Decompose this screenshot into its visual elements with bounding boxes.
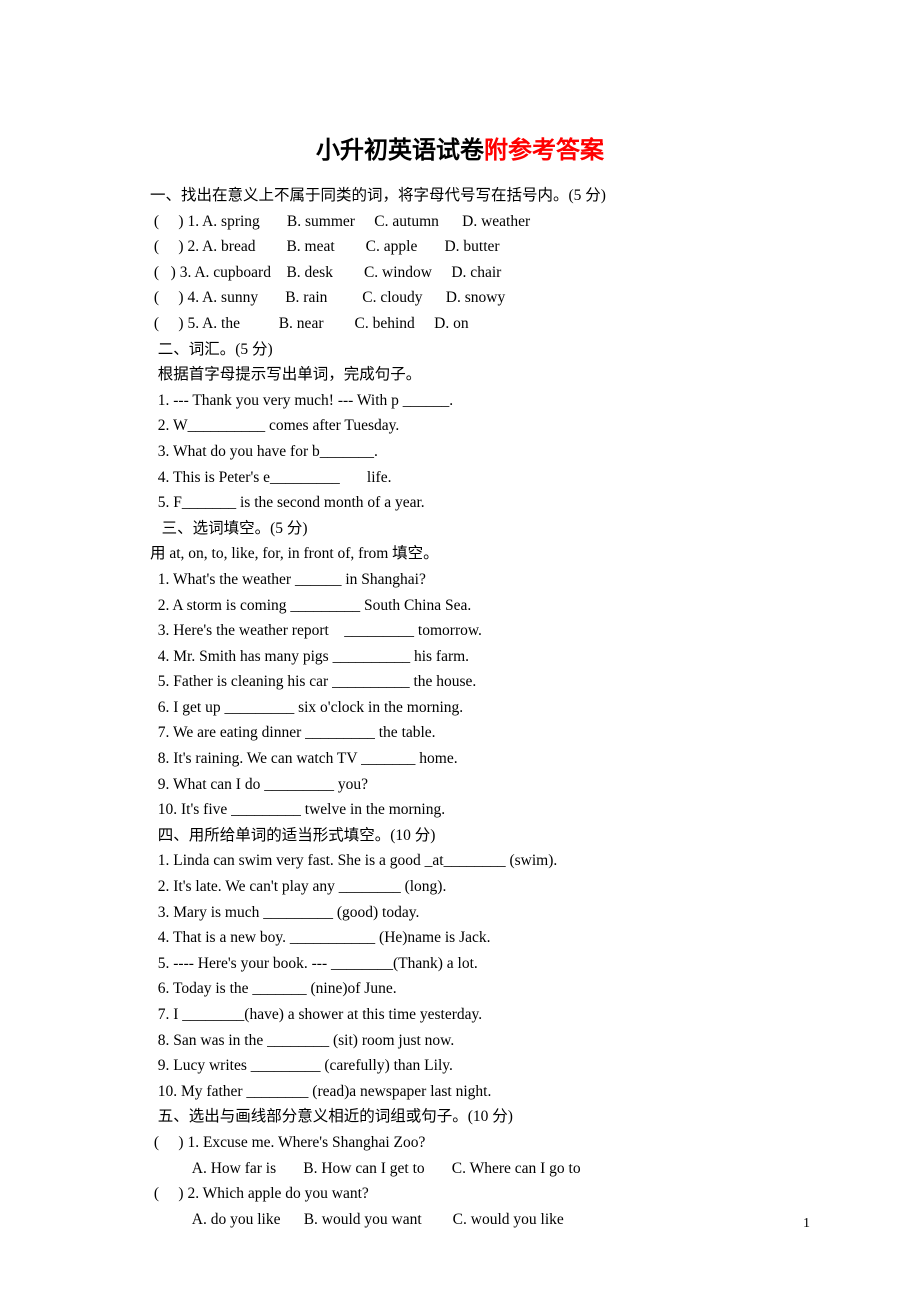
q5-1-options: A. How far is B. How can I get to C. Whe… (150, 1156, 770, 1182)
title-main: 小升初英语试卷 (316, 138, 484, 164)
q3-5: 5. Father is cleaning his car __________… (150, 669, 770, 695)
section-3-heading: 三、选词填空。(5 分) (150, 516, 770, 542)
q2-1: 1. --- Thank you very much! --- With p _… (150, 388, 770, 414)
q2-5: 5. F_______ is the second month of a yea… (150, 490, 770, 516)
q4-9: 9. Lucy writes _________ (carefully) tha… (150, 1053, 770, 1079)
q1-5: ( ) 5. A. the B. near C. behind D. on (150, 311, 770, 337)
q4-4: 4. That is a new boy. ___________ (He)na… (150, 925, 770, 951)
q2-2: 2. W__________ comes after Tuesday. (150, 413, 770, 439)
q2-4: 4. This is Peter's e_________ life. (150, 465, 770, 491)
q4-3: 3. Mary is much _________ (good) today. (150, 900, 770, 926)
section-5-heading: 五、选出与画线部分意义相近的词组或句子。(10 分) (150, 1104, 770, 1130)
q3-1: 1. What's the weather ______ in Shanghai… (150, 567, 770, 593)
q3-8: 8. It's raining. We can watch TV _______… (150, 746, 770, 772)
q4-6: 6. Today is the _______ (nine)of June. (150, 976, 770, 1002)
q4-5: 5. ---- Here's your book. --- ________(T… (150, 951, 770, 977)
q4-1: 1. Linda can swim very fast. She is a go… (150, 848, 770, 874)
q4-8: 8. San was in the ________ (sit) room ju… (150, 1028, 770, 1054)
q4-7: 7. I ________(have) a shower at this tim… (150, 1002, 770, 1028)
q3-3: 3. Here's the weather report _________ t… (150, 618, 770, 644)
page-number: 1 (803, 1216, 810, 1232)
q2-3: 3. What do you have for b_______. (150, 439, 770, 465)
q1-3: ( ) 3. A. cupboard B. desk C. window D. … (150, 260, 770, 286)
q3-2: 2. A storm is coming _________ South Chi… (150, 593, 770, 619)
q3-6: 6. I get up _________ six o'clock in the… (150, 695, 770, 721)
q5-1: ( ) 1. Excuse me. Where's Shanghai Zoo? (150, 1130, 770, 1156)
section-4-heading: 四、用所给单词的适当形式填空。(10 分) (150, 823, 770, 849)
document-title: 小升初英语试卷附参考答案 (150, 130, 770, 165)
q5-2-options: A. do you like B. would you want C. woul… (150, 1207, 770, 1233)
section-3-instruction: 用 at, on, to, like, for, in front of, fr… (150, 541, 770, 567)
section-1-heading: 一、找出在意义上不属于同类的词，将字母代号写在括号内。(5 分) (150, 183, 770, 209)
q3-4: 4. Mr. Smith has many pigs __________ hi… (150, 644, 770, 670)
section-2-instruction: 根据首字母提示写出单词，完成句子。 (150, 362, 770, 388)
q3-7: 7. We are eating dinner _________ the ta… (150, 720, 770, 746)
title-answer-key: 附参考答案 (484, 138, 604, 164)
q5-2: ( ) 2. Which apple do you want? (150, 1181, 770, 1207)
q3-10: 10. It's five _________ twelve in the mo… (150, 797, 770, 823)
q1-2: ( ) 2. A. bread B. meat C. apple D. butt… (150, 234, 770, 260)
q1-4: ( ) 4. A. sunny B. rain C. cloudy D. sno… (150, 285, 770, 311)
section-2-heading: 二、词汇。(5 分) (150, 337, 770, 363)
q4-2: 2. It's late. We can't play any ________… (150, 874, 770, 900)
q4-10: 10. My father ________ (read)a newspaper… (150, 1079, 770, 1105)
q3-9: 9. What can I do _________ you? (150, 772, 770, 798)
q1-1: ( ) 1. A. spring B. summer C. autumn D. … (150, 209, 770, 235)
document-page: 小升初英语试卷附参考答案 一、找出在意义上不属于同类的词，将字母代号写在括号内。… (0, 0, 920, 1302)
